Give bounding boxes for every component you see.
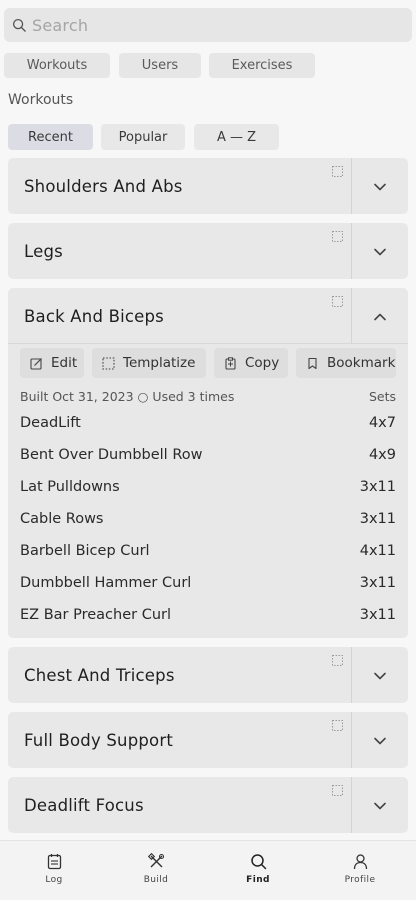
workout-card-expanded[interactable]: Back And Biceps Edit Templatize Copy Boo… [8, 288, 408, 638]
templatize-button[interactable]: Templatize [92, 348, 206, 378]
bookmark-button[interactable]: Bookmark [296, 348, 396, 378]
chevron-up-icon[interactable] [373, 310, 387, 324]
card-divider [351, 288, 352, 344]
workout-title: Legs [24, 241, 63, 261]
exercise-row[interactable]: DeadLift 4x7 [8, 408, 408, 440]
edit-button[interactable]: Edit [20, 348, 84, 378]
nav-profile[interactable]: Profile [308, 841, 412, 900]
workout-title: Shoulders And Abs [24, 176, 183, 196]
exercise-sets: 4x9 [368, 447, 396, 463]
edit-icon [30, 357, 42, 370]
tab-exercises[interactable]: Exercises [209, 53, 315, 78]
templatize-icon [102, 356, 115, 370]
clipboard-icon [47, 854, 61, 870]
exercise-name: Dumbbell Hammer Curl [20, 575, 192, 591]
section-title: Workouts [8, 92, 74, 108]
copy-label: Copy [245, 355, 280, 371]
nav-label: Build [143, 875, 169, 885]
template-icon [332, 296, 343, 307]
bookmark-label: Bookmark [327, 355, 396, 371]
nav-find[interactable]: Find [206, 841, 310, 900]
search-input[interactable]: Search [4, 8, 412, 42]
exercise-name: Barbell Bicep Curl [20, 543, 150, 559]
copy-button[interactable]: Copy [214, 348, 288, 378]
exercise-name: Lat Pulldowns [20, 479, 120, 495]
tab-workouts[interactable]: Workouts [4, 53, 110, 78]
template-icon [332, 720, 343, 731]
chevron-down-icon[interactable] [373, 799, 387, 813]
nav-log[interactable]: Log [2, 841, 106, 900]
exercise-sets: 3x11 [359, 511, 396, 527]
chevron-down-icon[interactable] [373, 245, 387, 259]
nav-label: Profile [344, 875, 376, 885]
card-divider [351, 223, 352, 279]
workout-card[interactable]: Shoulders And Abs [8, 158, 408, 214]
workout-title: Full Body Support [24, 730, 173, 750]
exercise-row[interactable]: Dumbbell Hammer Curl 3x11 [8, 568, 408, 600]
chevron-down-icon[interactable] [373, 669, 387, 683]
template-icon [332, 231, 343, 242]
exercise-sets: 4x11 [359, 543, 396, 559]
tab-users[interactable]: Users [119, 53, 201, 78]
workout-title: Chest And Triceps [24, 665, 175, 685]
workout-card[interactable]: Deadlift Focus [8, 777, 408, 833]
person-icon [353, 854, 367, 870]
exercise-row[interactable]: Cable Rows 3x11 [8, 504, 408, 536]
exercise-row[interactable]: Barbell Bicep Curl 4x11 [8, 536, 408, 568]
workout-title: Deadlift Focus [24, 795, 144, 815]
template-icon [332, 655, 343, 666]
workout-card[interactable]: Legs [8, 223, 408, 279]
exercise-name: Bent Over Dumbbell Row [20, 447, 203, 463]
search-placeholder: Search [32, 15, 89, 35]
card-divider [351, 712, 352, 768]
nav-build[interactable]: Build [104, 841, 208, 900]
workout-card[interactable]: Chest And Triceps [8, 647, 408, 703]
card-divider [351, 158, 352, 214]
exercise-sets: 3x11 [359, 607, 396, 623]
exercise-name: DeadLift [20, 415, 81, 431]
nav-label: Log [45, 875, 63, 885]
exercise-row[interactable]: Lat Pulldowns 3x11 [8, 472, 408, 504]
sort-popular[interactable]: Popular [101, 124, 185, 150]
chevron-down-icon[interactable] [373, 180, 387, 194]
sort-recent[interactable]: Recent [8, 124, 93, 150]
card-divider [351, 777, 352, 833]
templatize-label: Templatize [123, 355, 196, 371]
exercise-sets: 4x7 [368, 415, 396, 431]
built-info: Built Oct 31, 2023 ○ Used 3 times [20, 389, 235, 404]
workout-title: Back And Biceps [24, 306, 164, 326]
exercise-name: Cable Rows [20, 511, 104, 527]
template-icon [332, 166, 343, 177]
build-tools-icon [147, 853, 164, 868]
exercise-name: EZ Bar Preacher Curl [20, 607, 172, 623]
exercise-sets: 3x11 [359, 575, 396, 591]
workout-card[interactable]: Full Body Support [8, 712, 408, 768]
workout-meta: Built Oct 31, 2023 ○ Used 3 times Sets [8, 386, 408, 408]
card-divider [351, 647, 352, 703]
exercise-sets: 3x11 [359, 479, 396, 495]
exercise-row[interactable]: EZ Bar Preacher Curl 3x11 [8, 600, 408, 632]
bookmark-icon [308, 357, 317, 369]
exercise-row[interactable]: Bent Over Dumbbell Row 4x9 [8, 440, 408, 472]
chevron-down-icon[interactable] [373, 734, 387, 748]
nav-label: Find [246, 875, 270, 885]
sets-header: Sets [368, 389, 396, 404]
edit-label: Edit [51, 355, 78, 371]
bottom-nav: Log Build Find Profile [0, 840, 416, 900]
workout-actions: Edit Templatize Copy Bookmark [8, 348, 408, 386]
sort-a-z[interactable]: A — Z [194, 124, 279, 150]
template-icon [332, 785, 343, 796]
copy-icon [225, 356, 236, 370]
search-icon [250, 854, 266, 870]
search-icon [12, 18, 26, 32]
